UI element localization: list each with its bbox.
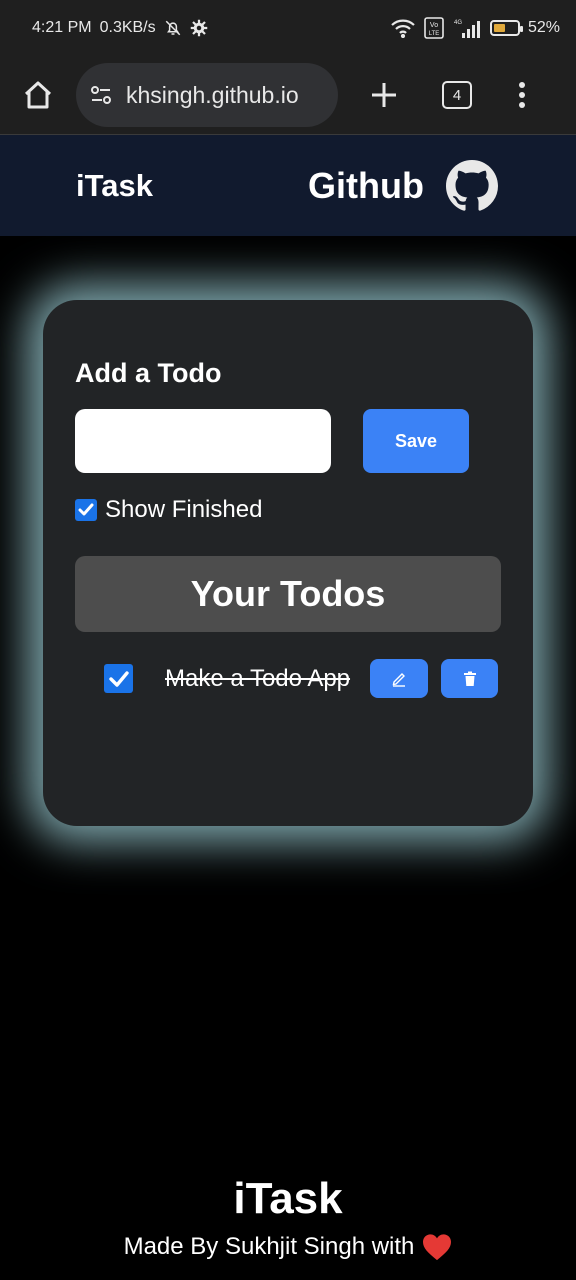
browser-toolbar: khsingh.github.io 4 [0,56,576,134]
wifi-icon [390,18,416,38]
show-finished-label: Show Finished [105,496,263,523]
nav-brand[interactable]: iTask [76,168,153,204]
todo-input[interactable] [75,409,331,473]
footer-credit: Made By Sukhjit Singh with [0,1233,576,1261]
new-tab-button[interactable] [364,75,404,115]
menu-button[interactable] [512,75,532,115]
show-finished-checkbox[interactable] [75,499,97,521]
status-right: Vo LTE 4G 52% [390,17,560,39]
url-text[interactable]: khsingh.github.io [126,82,299,109]
nav-github-link[interactable]: Github [308,165,424,207]
tab-count: 4 [452,86,462,104]
plus-icon [372,83,396,107]
home-icon [24,81,52,109]
your-todos-heading: Your Todos [75,556,501,632]
svg-text:Vo: Vo [430,22,438,29]
edit-button[interactable] [370,659,428,698]
battery-percent: 52% [527,19,560,36]
add-todo-title: Add a Todo [75,358,222,388]
todo-checkbox[interactable] [104,664,133,693]
battery-fill [493,24,505,32]
check-icon [108,670,129,687]
heart-icon [423,1234,452,1261]
address-bar[interactable]: khsingh.github.io [76,63,338,127]
svg-text:4G: 4G [454,20,462,26]
tabs-button[interactable]: 4 [442,81,472,109]
check-icon [78,503,94,516]
todo-text: Make a Todo App [165,665,351,692]
volte-icon: Vo LTE [424,17,444,39]
status-left: 4:21 PM 0.3KB/s [32,19,208,37]
status-network-speed: 0.3KB/s [99,19,156,36]
save-button[interactable]: Save [363,409,469,473]
menu-icon [519,82,525,108]
github-icon[interactable] [446,160,498,212]
svg-text:LTE: LTE [429,31,440,37]
pencil-icon [392,672,405,687]
home-button[interactable] [18,75,58,115]
todo-item: Make a Todo App [103,658,503,700]
delete-button[interactable] [441,659,498,698]
footer-credit-text: Made By Sukhjit Singh with [123,1233,415,1260]
site-navbar: iTask Github [0,135,576,236]
battery-icon [489,20,523,36]
bell-off-icon [164,19,182,37]
footer-brand: iTask [233,1174,343,1223]
site-settings-icon[interactable] [88,82,114,108]
show-finished-toggle[interactable]: Show Finished [75,496,262,524]
gear-icon [190,19,208,37]
status-bar: 4:21 PM 0.3KB/s Vo LTE 4G 52% [0,0,576,56]
todo-card: Add a Todo Save Show Finished Your Todos… [43,300,533,826]
signal-icon: 4G [452,17,482,39]
trash-icon [463,671,476,686]
status-time: 4:21 PM [32,19,92,36]
